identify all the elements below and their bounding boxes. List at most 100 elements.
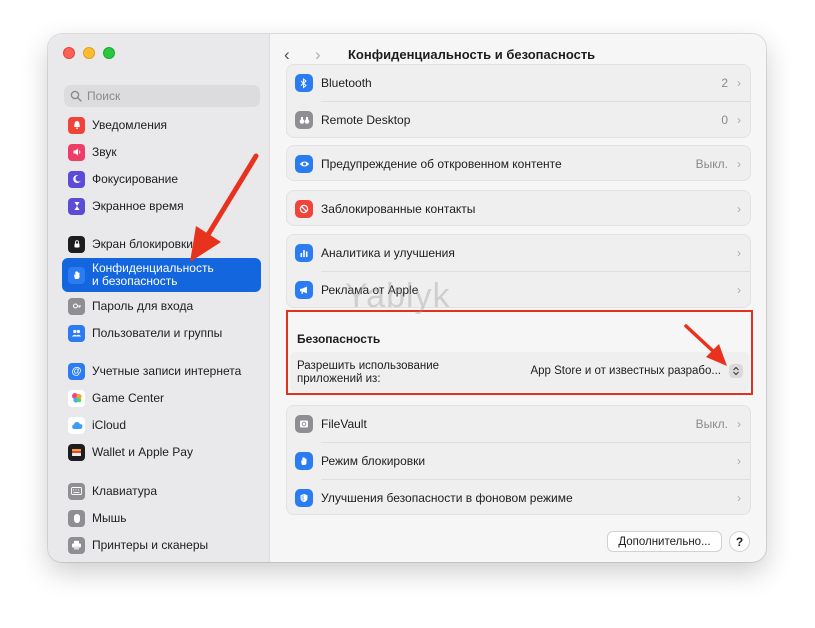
moon-icon (68, 170, 85, 188)
row-value: 0 (721, 113, 728, 127)
sidebar-item-game-center[interactable]: Game Center (62, 386, 261, 410)
allow-apps-value: App Store и от известных разрабо... (530, 365, 721, 377)
search-field[interactable] (64, 85, 260, 107)
game-center-icon (68, 389, 85, 407)
hourglass-icon (68, 197, 85, 215)
row-sensitive-content-warning[interactable]: Предупреждение об откровенном контенте В… (287, 146, 750, 182)
forward-button[interactable]: › (315, 45, 321, 65)
blocked-icon (295, 200, 313, 218)
sidebar-item-label: Мышь (92, 511, 127, 525)
megaphone-icon (295, 281, 313, 299)
sidebar-item-label: Звук (92, 145, 117, 159)
key-icon (68, 297, 85, 315)
sidebar-item-label: Пароль для входа (92, 299, 194, 313)
sidebar: Уведомления Звук Фокусирование (48, 34, 270, 562)
row-lockdown-mode[interactable]: Режим блокировки › (287, 443, 750, 479)
chevron-right-icon: › (737, 157, 741, 171)
sidebar-item-label: Экран блокировки (92, 237, 193, 251)
group-connectivity: Bluetooth 2 › Remote Desktop 0 › (286, 64, 751, 138)
shield-icon (295, 489, 313, 507)
row-label: Режим блокировки (321, 454, 426, 468)
binoculars-icon (295, 111, 313, 129)
sidebar-item-internet-accounts[interactable]: @ Учетные записи интернета (62, 359, 261, 383)
minimize-button[interactable] (83, 47, 95, 59)
row-filevault[interactable]: FileVault Выкл. › (287, 406, 750, 442)
bell-icon (68, 116, 85, 134)
security-section-highlight: Безопасность Разрешить использование при… (286, 310, 753, 395)
sidebar-item-users-groups[interactable]: Пользователи и группы (62, 321, 261, 345)
row-label: Bluetooth (321, 76, 372, 90)
mouse-icon (68, 509, 85, 527)
sidebar-item-label: Клавиатура (92, 484, 157, 498)
chevron-right-icon: › (737, 76, 741, 90)
speaker-icon (68, 143, 85, 161)
row-label: FileVault (321, 417, 367, 431)
row-value: 2 (721, 76, 728, 90)
sidebar-item-label: Уведомления (92, 118, 168, 132)
group-blocked: Заблокированные контакты › (286, 190, 751, 226)
printer-icon (68, 536, 85, 554)
sidebar-item-label: Фокусирование (92, 172, 179, 186)
group-sensitive-content: Предупреждение об откровенном контенте В… (286, 145, 751, 181)
sidebar-item-focus[interactable]: Фокусирование (62, 167, 261, 191)
sidebar-item-label: Учетные записи интернета (92, 364, 242, 378)
row-value: Выкл. (695, 417, 728, 431)
sidebar-item-label: Game Center (92, 391, 165, 405)
sidebar-item-label: Конфиденциальность и безопасность (92, 261, 214, 288)
row-value: Выкл. (695, 157, 728, 171)
row-label: Заблокированные контакты (321, 202, 476, 216)
hand-icon (68, 266, 85, 284)
sidebar-item-label: iCloud (92, 418, 127, 432)
sidebar-item-login-password[interactable]: Пароль для входа (62, 294, 261, 318)
window-controls (63, 47, 115, 59)
back-button[interactable]: ‹ (284, 45, 290, 65)
sidebar-item-label: Wallet и Apple Pay (92, 445, 193, 459)
page-title: Конфиденциальность и безопасность (348, 47, 596, 62)
stage: Уведомления Звук Фокусирование (0, 0, 815, 628)
sidebar-item-lock-screen[interactable]: Экран блокировки (62, 232, 261, 256)
sidebar-item-label: Принтеры и сканеры (92, 538, 209, 552)
chevron-right-icon: › (737, 283, 741, 297)
sidebar-item-wallet[interactable]: Wallet и Apple Pay (62, 440, 261, 464)
chevron-right-icon: › (737, 491, 741, 505)
group-security-features: FileVault Выкл. › Режим блокировки › Улу… (286, 405, 751, 515)
row-label: Улучшения безопасности в фоновом режиме (321, 491, 573, 505)
zoom-button[interactable] (103, 47, 115, 59)
cloud-icon (68, 416, 85, 434)
sidebar-item-label: Экранное время (92, 199, 184, 213)
allow-apps-popup[interactable]: App Store и от известных разрабо... (530, 360, 743, 382)
row-allow-apps-from: Разрешить использование приложений из: A… (290, 352, 749, 392)
search-input[interactable] (87, 89, 247, 103)
sidebar-item-mouse[interactable]: Мышь (62, 506, 261, 530)
up-down-chevron-icon[interactable] (729, 364, 743, 378)
sidebar-item-label: Пользователи и группы (92, 326, 223, 340)
chevron-right-icon: › (737, 417, 741, 431)
sidebar-item-screen-time[interactable]: Экранное время (62, 194, 261, 218)
sidebar-item-keyboard[interactable]: Клавиатура (62, 479, 261, 503)
sidebar-item-sound[interactable]: Звук (62, 140, 261, 164)
allow-apps-label: Разрешить использование приложений из: (297, 360, 440, 385)
search-icon (70, 90, 82, 102)
row-remote-desktop[interactable]: Remote Desktop 0 › (287, 102, 750, 138)
chevron-right-icon: › (737, 454, 741, 468)
sidebar-item-printers[interactable]: Принтеры и сканеры (62, 533, 261, 557)
close-button[interactable] (63, 47, 75, 59)
keyboard-icon (68, 482, 85, 500)
analytics-icon (295, 244, 313, 262)
sidebar-item-icloud[interactable]: iCloud (62, 413, 261, 437)
row-label: Аналитика и улучшения (321, 246, 455, 260)
sidebar-item-privacy-security[interactable]: Конфиденциальность и безопасность (62, 258, 261, 292)
help-button[interactable]: ? (729, 531, 750, 552)
bluetooth-icon (295, 74, 313, 92)
advanced-button[interactable]: Дополнительно... (607, 531, 722, 552)
row-background-security[interactable]: Улучшения безопасности в фоновом режиме … (287, 480, 750, 516)
row-bluetooth[interactable]: Bluetooth 2 › (287, 65, 750, 101)
row-blocked-contacts[interactable]: Заблокированные контакты › (287, 191, 750, 227)
chevron-right-icon: › (737, 202, 741, 216)
chevron-right-icon: › (737, 246, 741, 260)
safe-icon (295, 415, 313, 433)
users-icon (68, 324, 85, 342)
sidebar-item-notifications[interactable]: Уведомления (62, 113, 261, 137)
watermark: Yablyk (345, 277, 451, 315)
row-analytics[interactable]: Аналитика и улучшения › (287, 235, 750, 271)
